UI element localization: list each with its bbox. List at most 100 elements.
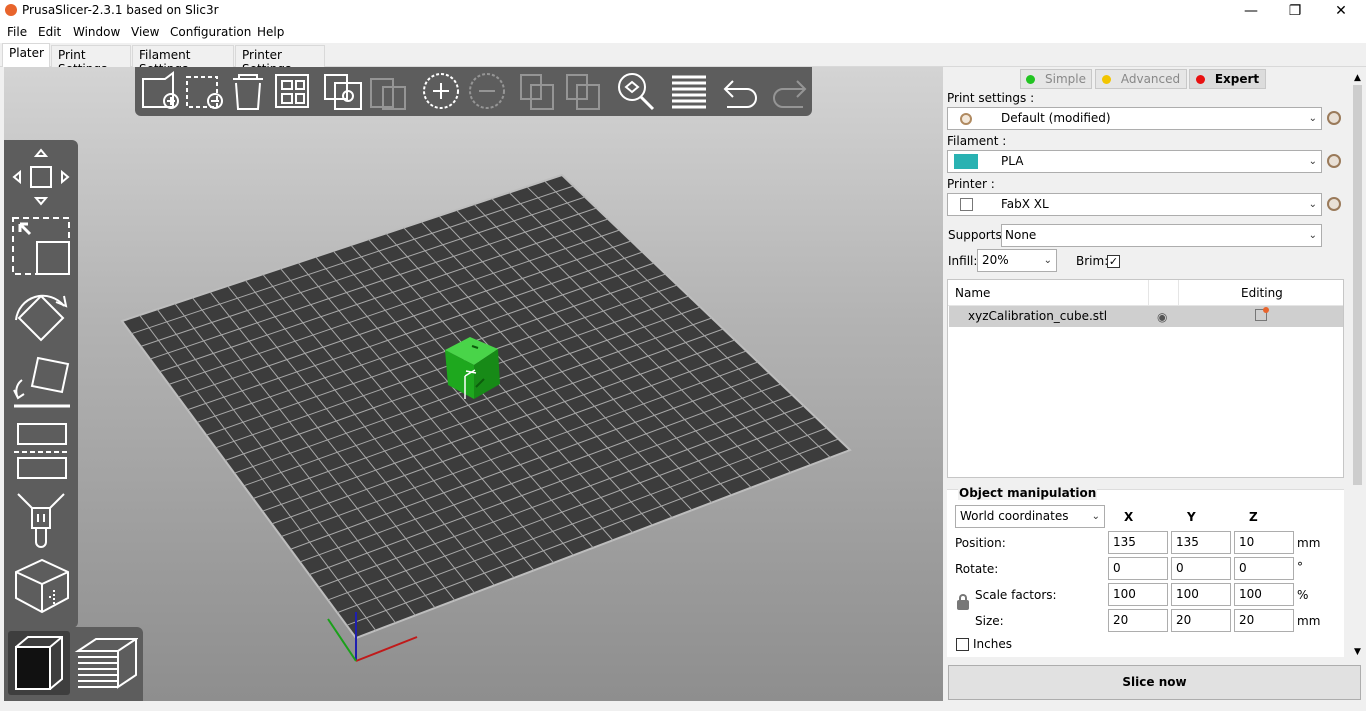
position-y-input[interactable]: 135 [1171, 531, 1231, 554]
menu-view[interactable]: View [131, 25, 159, 39]
brim-checkbox[interactable]: ✓ [1107, 255, 1120, 268]
rotate-x-input[interactable]: 0 [1108, 557, 1168, 580]
split-to-parts-icon[interactable] [566, 74, 600, 110]
mode-simple-button[interactable]: Simple [1020, 69, 1092, 89]
layers-preview-icon [74, 638, 140, 689]
filament-label: Filament : [947, 134, 1007, 148]
menu-edit[interactable]: Edit [38, 25, 61, 39]
scale-z-input[interactable]: 100 [1234, 583, 1294, 606]
3d-viewport[interactable] [4, 67, 943, 701]
menu-window[interactable]: Window [73, 25, 120, 39]
inches-checkbox[interactable] [956, 638, 969, 651]
infill-combo[interactable]: 20% ⌄ [977, 249, 1057, 272]
search-icon[interactable] [618, 73, 655, 111]
coordinates-value: World coordinates [960, 509, 1069, 523]
tab-plater[interactable]: Plater [2, 43, 50, 67]
rotate-z-input[interactable]: 0 [1234, 557, 1294, 580]
object-manipulation-title: Object manipulation [958, 486, 1098, 500]
z-column-label: Z [1249, 510, 1258, 524]
delete-all-icon[interactable] [233, 74, 263, 110]
object-manipulation-panel: Object manipulation World coordinates ⌄ … [947, 486, 1344, 657]
split-to-objects-icon[interactable] [520, 74, 554, 110]
rotate-icon[interactable] [15, 294, 68, 342]
prusaslicer-logo-icon [5, 4, 17, 16]
tab-filament-settings[interactable]: Filament Settings [132, 45, 234, 76]
chevron-down-icon: ⌄ [1308, 230, 1317, 241]
add-instance-icon[interactable] [423, 73, 459, 109]
move-icon[interactable] [12, 148, 70, 206]
sidebar-scrollbar[interactable]: ▲ ▼ [1349, 67, 1366, 663]
supports-label: Supports: [948, 228, 1006, 242]
chevron-down-icon: ⌄ [1308, 113, 1317, 124]
scroll-up-icon[interactable]: ▲ [1354, 73, 1361, 83]
undo-icon[interactable] [723, 80, 757, 108]
lock-icon[interactable] [957, 594, 969, 610]
eye-icon[interactable]: ◉ [1157, 310, 1167, 324]
close-icon[interactable]: ✕ [1318, 0, 1364, 22]
filament-combo[interactable]: PLA ⌄ [947, 150, 1322, 173]
scale-icon[interactable] [12, 217, 70, 275]
advanced-mode-dot-icon [1101, 75, 1111, 84]
slice-now-button[interactable]: Slice now [948, 665, 1361, 700]
cut-icon[interactable] [14, 423, 70, 479]
rotate-y-input[interactable]: 0 [1171, 557, 1231, 580]
chevron-down-icon: ⌄ [1308, 199, 1317, 210]
scale-x-input[interactable]: 100 [1108, 583, 1168, 606]
menu-help[interactable]: Help [257, 25, 284, 39]
printer-label: Printer : [947, 177, 995, 191]
y-column-label: Y [1187, 510, 1196, 524]
variable-layer-height-icon[interactable] [15, 558, 69, 614]
coordinates-combo[interactable]: World coordinates ⌄ [955, 505, 1105, 528]
preview-button[interactable] [74, 631, 140, 695]
restore-icon[interactable]: ❐ [1272, 0, 1318, 22]
scale-y-input[interactable]: 100 [1171, 583, 1231, 606]
place-on-face-icon[interactable] [13, 356, 70, 408]
size-x-input[interactable]: 20 [1108, 609, 1168, 632]
menu-configuration[interactable]: Configuration [170, 25, 251, 39]
inches-label: Inches [973, 637, 1012, 651]
print-settings-gear-icon[interactable] [1327, 111, 1341, 125]
menu-file[interactable]: File [7, 25, 27, 39]
size-z-input[interactable]: 20 [1234, 609, 1294, 632]
tab-print-settings[interactable]: Print Settings [51, 45, 131, 76]
filament-gear-icon[interactable] [1327, 154, 1341, 168]
position-x-input[interactable]: 135 [1108, 531, 1168, 554]
printer-gear-icon[interactable] [1327, 197, 1341, 211]
paint-supports-icon[interactable] [17, 493, 65, 548]
add-icon[interactable] [142, 71, 179, 109]
minimize-icon[interactable]: — [1228, 0, 1274, 22]
supports-combo[interactable]: None ⌄ [1001, 224, 1322, 247]
size-y-input[interactable]: 20 [1171, 609, 1231, 632]
remove-instance-icon[interactable] [469, 73, 505, 109]
window-title: PrusaSlicer-2.3.1 based on Slic3r [22, 3, 219, 17]
scroll-down-icon[interactable]: ▼ [1354, 647, 1361, 657]
tab-printer-settings[interactable]: Printer Settings [235, 45, 325, 76]
filament-value: PLA [1001, 154, 1024, 168]
mode-advanced-button[interactable]: Advanced [1095, 69, 1187, 89]
position-z-input[interactable]: 10 [1234, 531, 1294, 554]
scrollbar-thumb[interactable] [1353, 85, 1362, 485]
main-tabs: Plater Print Settings Filament Settings … [0, 43, 1366, 76]
mode-expert-label: Expert [1214, 72, 1260, 86]
size-unit: mm [1297, 614, 1321, 628]
arrange-icon[interactable] [275, 74, 309, 108]
paste-icon[interactable] [370, 78, 406, 110]
list-item[interactable]: xyzCalibration_cube.stl ◉ [949, 306, 1343, 327]
3d-view-button[interactable] [8, 631, 70, 695]
copy-icon[interactable] [324, 74, 362, 110]
column-name-header[interactable]: Name [955, 286, 990, 300]
mode-expert-button[interactable]: Expert [1189, 69, 1266, 89]
printer-value: FabX XL [1001, 197, 1049, 211]
mode-advanced-label: Advanced [1120, 72, 1181, 86]
view-toolbar [4, 627, 143, 701]
column-editing-header[interactable]: Editing [1241, 286, 1283, 300]
infill-value: 20% [982, 253, 1009, 267]
object-list: Name Editing xyzCalibration_cube.stl ◉ [947, 279, 1344, 478]
layers-editing-icon[interactable] [672, 75, 706, 109]
redo-icon[interactable] [773, 80, 807, 108]
print-settings-combo[interactable]: Default (modified) ⌄ [947, 107, 1322, 130]
printer-combo[interactable]: FabX XL ⌄ [947, 193, 1322, 216]
expert-mode-dot-icon [1195, 75, 1205, 84]
delete-icon[interactable] [186, 76, 223, 109]
settings-sidebar: Simple Advanced Expert Print settings : … [943, 67, 1366, 711]
